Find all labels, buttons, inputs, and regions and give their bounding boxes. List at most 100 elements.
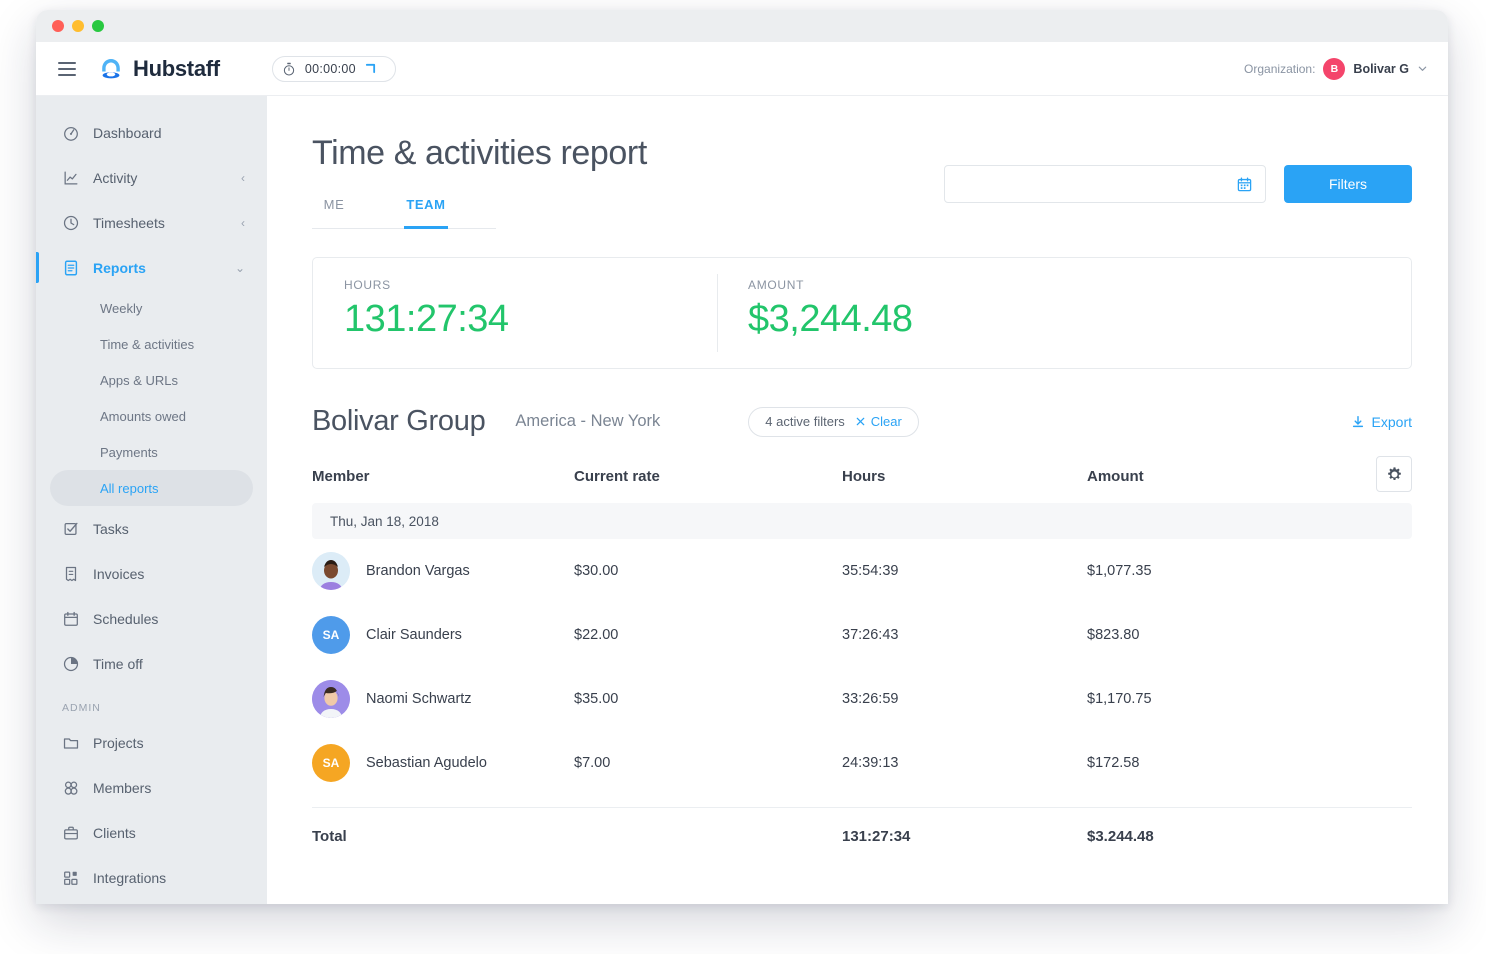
calendar-icon[interactable] [1236, 176, 1253, 193]
avatar: SA [312, 744, 350, 782]
member-cell: SA Sebastian Agudelo [312, 744, 574, 782]
sidebar-subitem-label: Weekly [100, 300, 143, 316]
column-header-hours[interactable]: Hours [842, 468, 1087, 485]
chevron-left-icon[interactable]: ‹ [241, 172, 245, 184]
active-filters-pill[interactable]: 4 active filters Clear [748, 406, 919, 437]
table-row[interactable]: SA Clair Saunders $22.00 37:26:43 $823.8… [312, 603, 1412, 667]
chevron-down-icon [1417, 63, 1428, 74]
tab-team[interactable]: TEAM [404, 197, 448, 229]
total-hours: 131:27:34 [842, 828, 911, 845]
sidebar-item-label: Clients [93, 824, 136, 841]
brand[interactable]: Hubstaff [98, 56, 220, 82]
maximize-window-button[interactable] [92, 20, 104, 32]
sidebar-item-dashboard[interactable]: Dashboard [36, 110, 267, 155]
sidebar-subitem-label: All reports [100, 480, 159, 496]
report-icon [62, 259, 80, 277]
filters-button[interactable]: Filters [1284, 165, 1412, 203]
chevron-down-icon[interactable]: ⌄ [235, 262, 245, 274]
pie-clock-icon [62, 655, 80, 673]
report-toolbar: Filters [944, 165, 1412, 203]
table-settings-button[interactable] [1376, 456, 1412, 492]
chevron-left-icon[interactable]: ‹ [241, 217, 245, 229]
sidebar-item-time-off[interactable]: Time off [36, 641, 267, 686]
stopwatch-icon [282, 62, 296, 76]
member-amount: $172.58 [1087, 755, 1140, 771]
tabs: ME TEAM [312, 197, 496, 229]
avatar [312, 680, 350, 718]
sidebar-subitem-time-activities[interactable]: Time & activities [50, 326, 253, 362]
minimize-window-button[interactable] [72, 20, 84, 32]
gauge-icon [62, 124, 80, 142]
sidebar-item-invoices[interactable]: Invoices [36, 551, 267, 596]
sidebar-item-members[interactable]: Members [36, 765, 267, 810]
member-name: Sebastian Agudelo [366, 755, 487, 771]
summary-hours: HOURS 131:27:34 [313, 258, 717, 368]
member-rate: $7.00 [574, 755, 611, 771]
avatar: B [1323, 57, 1346, 80]
folder-icon [62, 734, 80, 752]
sidebar-subitem-all-reports[interactable]: All reports [50, 470, 253, 506]
sidebar-item-label: Dashboard [93, 124, 162, 141]
expand-arrow-icon[interactable] [365, 63, 376, 74]
sidebar-subitem-label: Time & activities [100, 336, 195, 352]
summary-label: AMOUNT [748, 278, 805, 292]
sidebar-item-label: Projects [93, 734, 144, 751]
timer-widget[interactable]: 00:00:00 [271, 55, 396, 82]
sidebar-subitem-weekly[interactable]: Weekly [50, 290, 253, 326]
active-filters-count: 4 active filters [765, 414, 845, 429]
summary-value: $3,244.48 [748, 298, 913, 340]
table-row[interactable]: Naomi Schwartz $35.00 33:26:59 $1,170.75 [312, 667, 1412, 731]
column-header-current-rate[interactable]: Current rate [574, 468, 842, 485]
sidebar-subitem-payments[interactable]: Payments [50, 434, 253, 470]
sidebar-subitem-label: Payments [100, 444, 158, 460]
sidebar-item-clients[interactable]: Clients [36, 810, 267, 855]
sidebar-item-label: Tasks [93, 520, 129, 537]
people-icon [62, 779, 80, 797]
summary-value: 131:27:34 [344, 298, 509, 340]
member-amount: $1,170.75 [1087, 691, 1152, 707]
date-group-band: Thu, Jan 18, 2018 [312, 503, 1412, 539]
organization-selector[interactable]: Organization: B Bolivar G [1244, 57, 1428, 80]
group-name: Bolivar Group [312, 405, 486, 437]
sidebar-item-integrations[interactable]: Integrations [36, 855, 267, 900]
clear-filters-label: Clear [870, 414, 902, 429]
date-range-picker[interactable] [944, 165, 1266, 203]
sidebar-item-label: Timesheets [93, 214, 165, 231]
sidebar-subitem-amounts-owed[interactable]: Amounts owed [50, 398, 253, 434]
sidebar-item-label: Integrations [93, 869, 167, 886]
brand-name: Hubstaff [133, 55, 220, 81]
sidebar-item-label: Reports [93, 259, 146, 276]
date-range-input[interactable] [957, 176, 1236, 192]
app-body: Dashboard Activity ‹ Timesheets ‹ Report… [36, 96, 1448, 904]
chart-icon [62, 169, 80, 187]
hamburger-icon[interactable] [58, 61, 76, 76]
organization-label: Organization: [1244, 61, 1316, 76]
avatar: SA [312, 616, 350, 654]
sidebar-item-projects[interactable]: Projects [36, 720, 267, 765]
sidebar-item-activity[interactable]: Activity ‹ [36, 155, 267, 200]
close-window-button[interactable] [52, 20, 64, 32]
app-topbar: Hubstaff 00:00:00 Organization: B Boliva… [36, 42, 1448, 96]
page-title: Time & activities report [312, 134, 647, 172]
sidebar-item-timesheets[interactable]: Timesheets ‹ [36, 200, 267, 245]
member-amount: $823.80 [1087, 627, 1140, 643]
clear-filters-button[interactable]: Clear [855, 414, 902, 429]
export-button[interactable]: Export [1351, 414, 1412, 430]
table-row[interactable]: SA Sebastian Agudelo $7.00 24:39:13 $172… [312, 731, 1412, 795]
sidebar-item-schedules[interactable]: Schedules [36, 596, 267, 641]
sidebar-item-tasks[interactable]: Tasks [36, 506, 267, 551]
sidebar-item-label: Invoices [93, 565, 145, 582]
total-label: Total [312, 828, 347, 845]
tab-me[interactable]: ME [312, 197, 356, 229]
sidebar-item-reports[interactable]: Reports ⌄ [36, 245, 267, 290]
table-row[interactable]: Brandon Vargas $30.00 35:54:39 $1,077.35 [312, 539, 1412, 603]
column-header-member[interactable]: Member [312, 468, 574, 485]
sidebar-item-label: Activity [93, 169, 138, 186]
export-label: Export [1371, 413, 1412, 430]
timer-value: 00:00:00 [304, 61, 356, 76]
sidebar-subitem-apps-urls[interactable]: Apps & URLs [50, 362, 253, 398]
column-header-amount[interactable]: Amount [1087, 468, 1337, 485]
member-hours: 37:26:43 [842, 627, 899, 643]
sidebar-item-label: Schedules [93, 610, 159, 627]
sidebar-subitem-label: Amounts owed [100, 408, 186, 424]
